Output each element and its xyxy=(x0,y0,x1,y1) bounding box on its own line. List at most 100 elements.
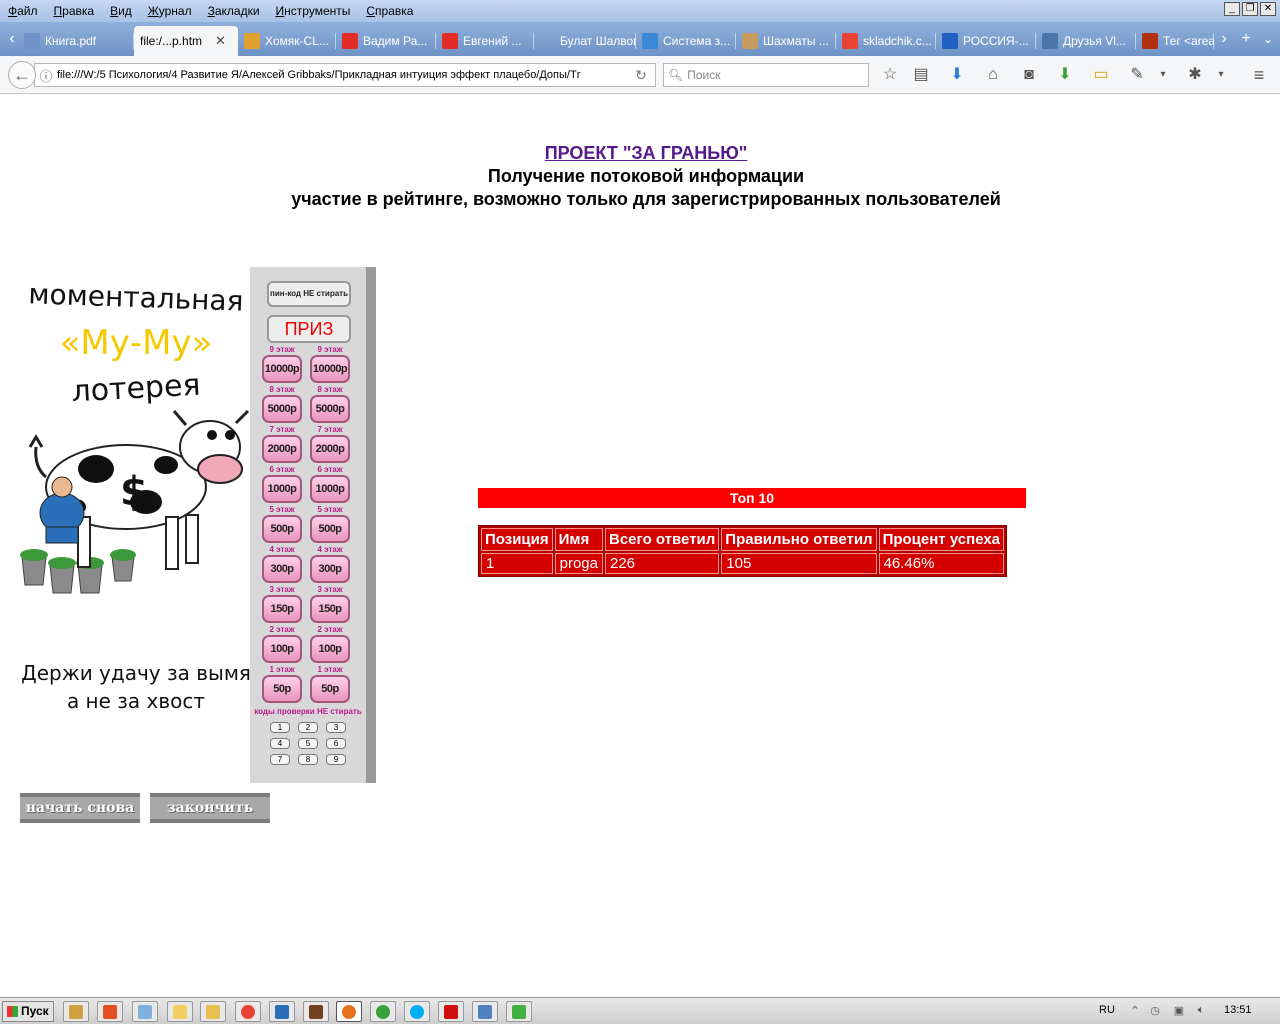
code-button[interactable]: 9 xyxy=(326,754,346,765)
prize-cell[interactable]: 50р xyxy=(262,675,302,703)
network-icon[interactable]: ▣ xyxy=(1172,1004,1186,1018)
taskbar-search-app[interactable] xyxy=(63,1001,89,1022)
taskbar-app[interactable] xyxy=(97,1001,123,1022)
tray-expand-icon[interactable]: ⌃ xyxy=(1128,1004,1142,1018)
tab[interactable]: Евгений ... xyxy=(436,26,534,56)
prize-cell[interactable]: 5000р xyxy=(310,395,350,423)
taskbar-app[interactable] xyxy=(167,1001,193,1022)
search-box[interactable]: 🔍︎ xyxy=(663,63,869,87)
taskbar-app[interactable] xyxy=(506,1001,532,1022)
menu-item[interactable]: Вид xyxy=(102,0,140,22)
pocket-icon[interactable]: ◙ xyxy=(1018,65,1040,87)
menu-item[interactable]: Файл xyxy=(0,0,46,22)
download-helper-icon[interactable]: ⬇ xyxy=(1054,65,1076,87)
prize-cell[interactable]: 500р xyxy=(310,515,350,543)
taskbar-app[interactable] xyxy=(303,1001,329,1022)
prize-cell[interactable]: 500р xyxy=(262,515,302,543)
prize-cell[interactable]: 150р xyxy=(310,595,350,623)
home-icon[interactable]: ⌂ xyxy=(982,65,1004,87)
start-button[interactable]: Пуск xyxy=(2,1001,54,1022)
dropdown-arrow-icon[interactable]: ▾ xyxy=(1210,65,1232,87)
prize-cell[interactable]: 2000р xyxy=(310,435,350,463)
code-button[interactable]: 6 xyxy=(326,738,346,749)
taskbar-skype-app[interactable] xyxy=(404,1001,430,1022)
taskbar-app[interactable] xyxy=(472,1001,498,1022)
language-indicator[interactable]: RU xyxy=(1099,1004,1115,1016)
project-link[interactable]: ПРОЕКТ "ЗА ГРАНЬЮ" xyxy=(545,143,748,163)
tab[interactable]: Система з... xyxy=(636,26,736,56)
extension-icon[interactable]: ▭ xyxy=(1090,65,1112,87)
dropdown-arrow-icon[interactable]: ▾ xyxy=(1152,65,1174,87)
tab[interactable]: file:/...p.htm ✕ xyxy=(134,26,238,56)
taskbar-utorrent-app[interactable] xyxy=(370,1001,396,1022)
youtube-icon xyxy=(342,33,358,49)
url-text[interactable]: file:///W:/5 Психология/4 Развитие Я/Але… xyxy=(57,69,627,81)
prize-cell[interactable]: 150р xyxy=(262,595,302,623)
taskbar-explorer-app[interactable] xyxy=(200,1001,226,1022)
code-button[interactable]: 4 xyxy=(270,738,290,749)
code-button[interactable]: 5 xyxy=(298,738,318,749)
eyedropper-icon[interactable]: ✎ xyxy=(1126,65,1148,87)
taskbar-app[interactable] xyxy=(269,1001,295,1022)
floor-label: 9 этаж xyxy=(269,345,295,354)
prize-cell[interactable]: 1000р xyxy=(262,475,302,503)
prize-cell[interactable]: 5000р xyxy=(262,395,302,423)
restart-button[interactable]: начать снова xyxy=(20,793,140,823)
prize-cell[interactable]: 300р xyxy=(310,555,350,583)
finish-button[interactable]: закончить xyxy=(150,793,270,823)
tab[interactable]: Тег <area> xyxy=(1136,26,1214,56)
hamburger-menu-icon[interactable]: ≡ xyxy=(1248,65,1270,87)
clock[interactable]: 13:51 xyxy=(1224,1004,1252,1016)
search-input[interactable] xyxy=(687,68,858,82)
reload-icon[interactable]: ↻ xyxy=(627,67,655,84)
prize-cell[interactable]: 10000р xyxy=(262,355,302,383)
tab[interactable]: Друзья Vl... xyxy=(1036,26,1136,56)
tab[interactable]: Вадим Ра... xyxy=(336,26,436,56)
prize-cell[interactable]: 300р xyxy=(262,555,302,583)
menu-item[interactable]: Закладки xyxy=(200,0,268,22)
code-button[interactable]: 7 xyxy=(270,754,290,765)
code-button[interactable]: 3 xyxy=(326,722,346,733)
downloads-icon[interactable]: ⬇ xyxy=(946,65,968,87)
minimize-button[interactable]: _ xyxy=(1224,2,1240,16)
maximize-button[interactable]: ❐ xyxy=(1242,2,1258,16)
prize-cell[interactable]: 50р xyxy=(310,675,350,703)
tray-icon[interactable]: ◷ xyxy=(1148,1004,1162,1018)
close-tab-icon[interactable]: ✕ xyxy=(215,33,226,49)
back-button[interactable]: ← xyxy=(8,61,36,89)
taskbar-chrome-app[interactable] xyxy=(235,1001,261,1022)
volume-icon[interactable]: 🔈︎ xyxy=(1194,1004,1208,1018)
menu-item[interactable]: Правка xyxy=(46,0,103,22)
taskbar-firefox-app[interactable] xyxy=(336,1001,362,1022)
code-button[interactable]: 1 xyxy=(270,722,290,733)
scroll-tabs-right-icon[interactable]: › xyxy=(1214,28,1234,50)
taskbar-acrobat-app[interactable] xyxy=(438,1001,464,1022)
tab[interactable]: РОССИЯ-... xyxy=(936,26,1036,56)
code-button[interactable]: 2 xyxy=(298,722,318,733)
prize-cell[interactable]: 1000р xyxy=(310,475,350,503)
url-bar[interactable]: ⓘ file:///W:/5 Психология/4 Развитие Я/А… xyxy=(34,63,656,87)
taskbar-app[interactable] xyxy=(132,1001,158,1022)
tab[interactable]: skladchik.c... xyxy=(836,26,936,56)
tab[interactable]: Книга.pdf xyxy=(18,26,134,56)
prize-cell[interactable]: 100р xyxy=(262,635,302,663)
russia-icon xyxy=(942,33,958,49)
menu-item[interactable]: Журнал xyxy=(140,0,200,22)
bookmarks-list-icon[interactable]: ▤ xyxy=(910,65,932,87)
prize-cell[interactable]: 10000р xyxy=(310,355,350,383)
prize-cell[interactable]: 100р xyxy=(310,635,350,663)
tab[interactable]: Булат Шалвов... xyxy=(534,26,636,56)
menu-item[interactable]: Справка xyxy=(358,0,421,22)
bookmark-star-icon[interactable]: ☆ xyxy=(879,65,901,87)
code-button[interactable]: 8 xyxy=(298,754,318,765)
pdf-icon xyxy=(24,33,40,49)
tab[interactable]: Хомяк-CL... xyxy=(238,26,336,56)
list-tabs-icon[interactable]: ⌄ xyxy=(1258,28,1278,50)
prize-cell[interactable]: 2000р xyxy=(262,435,302,463)
info-icon[interactable]: ⓘ xyxy=(35,66,57,85)
new-tab-icon[interactable]: + xyxy=(1236,28,1256,50)
addon-icon[interactable]: ✱ xyxy=(1184,65,1206,87)
tab[interactable]: Шахматы ... xyxy=(736,26,836,56)
menu-item[interactable]: Инструменты xyxy=(268,0,359,22)
close-window-button[interactable]: ✕ xyxy=(1260,2,1276,16)
